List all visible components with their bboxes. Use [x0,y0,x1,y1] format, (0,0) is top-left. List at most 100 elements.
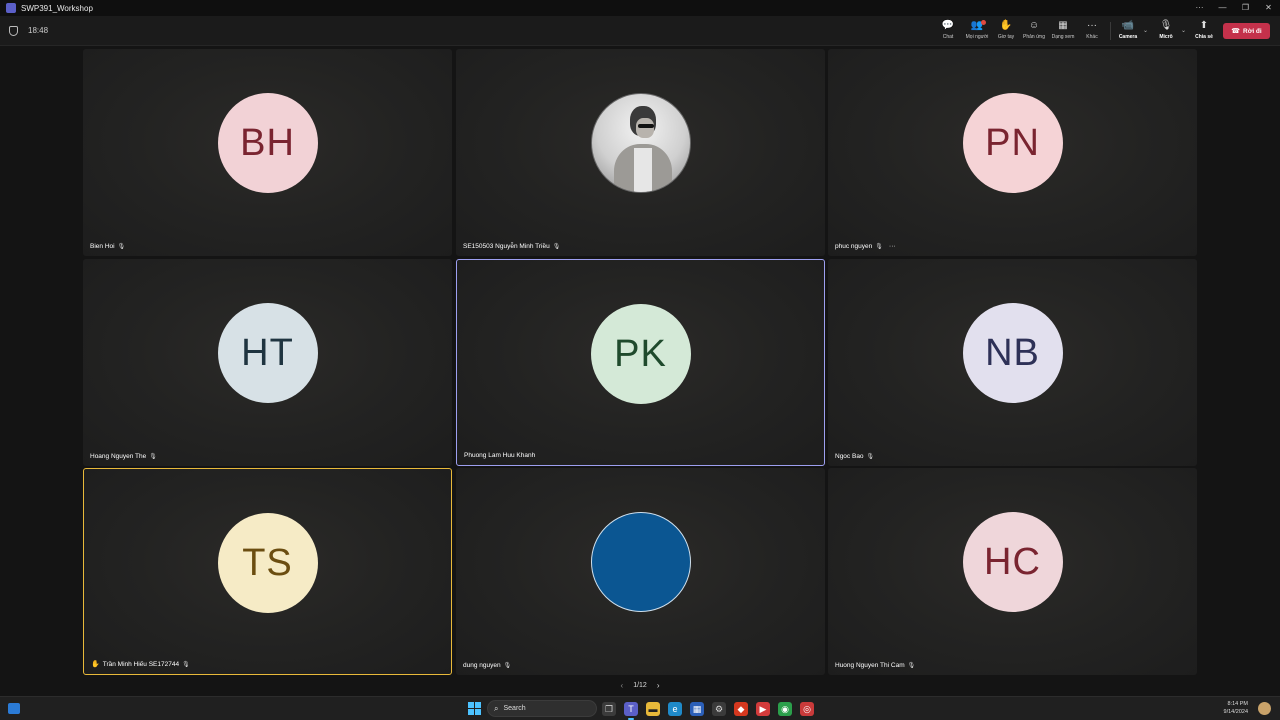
participant-name: Huong Nguyen Thi Cam [835,661,905,669]
share-icon: ⬆ [1199,20,1209,31]
store-icon[interactable]: ▦ [690,702,704,716]
name-tag: Bien Hoi 🎙 [88,240,127,252]
participant-tile[interactable]: HC Huong Nguyen Thi Cam 🎙 [828,468,1197,675]
camera-button[interactable]: 📹 Camera [1111,20,1145,44]
participant-tile[interactable]: BH Bien Hoi 🎙 [83,49,452,256]
participant-name: Ngoc Bao [835,452,864,460]
system-clock[interactable]: 8:14 PM 9/14/2024 [1212,700,1248,716]
notification-icon[interactable] [1258,702,1271,715]
camera-icon: 📹 [1121,20,1135,31]
leave-label: Rời đi [1243,27,1262,35]
participant-name: Trần Minh Hiếu SE172744 [102,660,180,668]
chevron-left-icon[interactable]: ‹ [621,681,624,690]
windows-start-icon[interactable] [468,702,481,715]
mic-off-icon: 🎙 [503,662,512,669]
participant-name: Phuong Lam Huu Khanh [464,451,536,459]
avatar: NB [962,303,1063,403]
minimize-button[interactable]: — [1211,0,1234,16]
avatar: PN [962,93,1063,193]
mic-options-chevron-icon[interactable]: ⌄ [1181,27,1186,34]
widgets-icon[interactable] [8,703,20,714]
name-tag: ✋ Trần Minh Hiếu SE172744 🎙 [89,658,192,670]
clock-time: 8:14 PM [1227,701,1248,707]
avatar-initials: HT [241,331,294,374]
avatar-photo [590,93,691,193]
more-options-icon[interactable]: ··· [1188,0,1211,16]
app-icon[interactable]: ◎ [800,702,814,716]
close-button[interactable]: ✕ [1257,0,1280,16]
edge-icon[interactable]: e [668,702,682,716]
participant-name: Bien Hoi [90,242,115,250]
avatar-initials: BH [240,121,295,164]
avatar: HC [962,512,1063,612]
window-title: SWP391_Workshop [21,3,93,13]
avatar-initials: PN [985,121,1040,164]
mic-off-icon: 🎙 [552,243,561,250]
mic-button[interactable]: 🎙 Micrô [1149,20,1183,44]
more-button[interactable]: ··· Khác [1075,20,1109,44]
phone-icon: ☎ [1231,28,1240,35]
camera-options-chevron-icon[interactable]: ⌄ [1143,27,1148,34]
avatar: TS [217,513,318,613]
mic-off-icon: 🎙 [875,243,883,250]
brave-icon[interactable]: ◆ [734,702,748,716]
mic-off-icon: 🎙 [149,453,157,460]
participant-tile[interactable]: NB Ngoc Bao 🎙 [828,259,1197,466]
name-tag: Huong Nguyen Thi Cam 🎙 [833,659,917,671]
ellipsis-icon: ··· [1087,20,1097,31]
taskbar-search[interactable]: ⌕ Search [487,700,597,717]
chat-icon: 💬 [941,20,955,31]
mic-label: Micrô [1159,34,1173,40]
name-tag: Ngoc Bao 🎙 [833,450,876,462]
hand-icon: ✋ [999,20,1013,31]
smile-icon: ☺ [1028,20,1040,31]
settings-icon[interactable]: ⚙ [712,702,726,716]
teams-logo-icon [6,3,16,13]
search-label: Search [503,705,526,712]
share-button[interactable]: ⬆ Chia sẻ [1187,20,1221,44]
participant-name: SE150503 Nguyễn Minh Triều [463,242,550,250]
mic-off-icon: 🎙 [182,661,190,668]
people-badge [981,20,986,25]
avatar-initials: PK [614,332,667,375]
participant-name: dung nguyen [463,661,501,669]
participant-tile-speaking[interactable]: PK Phuong Lam Huu Khanh [456,259,825,466]
ellipsis-icon[interactable]: ··· [889,243,896,250]
participant-tile-hand-raised[interactable]: TS ✋ Trần Minh Hiếu SE172744 🎙 [83,468,452,675]
mic-off-icon: 🎙 [866,453,875,460]
leave-button[interactable]: ☎ Rời đi [1223,23,1270,39]
grid-icon: ▦ [1058,20,1068,31]
raise-hand-label: Giơ tay [997,34,1015,40]
teams-icon[interactable]: T [624,702,638,720]
shield-icon [9,26,18,36]
search-icon: ⌕ [494,703,499,713]
avatar-initials: NB [985,331,1040,374]
youtube-icon[interactable]: ▶ [756,702,770,716]
participant-name: phuc nguyen [835,242,873,250]
participant-tile[interactable]: PN phuc nguyen 🎙 ··· [828,49,1197,256]
mic-off-icon: 🎙 [1159,20,1173,31]
chevron-right-icon[interactable]: › [657,681,660,690]
name-tag: Phuong Lam Huu Khanh [462,449,537,461]
meeting-toolbar: 18:48 💬 Chat 👥 Mọi người ✋ Giơ tay ☺ Phả… [0,16,1280,46]
share-label: Chia sẻ [1195,34,1213,40]
chrome-icon[interactable]: ◉ [778,702,792,716]
participant-tile[interactable]: HT Hoang Nguyen The 🎙 [83,259,452,466]
windows-taskbar: ⌕ Search ❐ T ▬ e ▦ ⚙ ◆ ▶ ◉ ◎ 8:14 PM 9/1… [0,696,1280,720]
file-explorer-icon[interactable]: ▬ [646,702,660,716]
restore-button[interactable]: ❐ [1234,0,1257,16]
name-tag: dung nguyen 🎙 [461,659,513,671]
avatar-initials: TS [242,541,293,584]
name-tag: SE150503 Nguyễn Minh Triều 🎙 [461,240,562,252]
name-tag: Hoang Nguyen The 🎙 [88,450,159,462]
mic-off-icon: 🎙 [117,243,126,250]
avatar: HT [217,303,318,403]
avatar: BH [217,93,318,193]
hand-icon: ✋ [91,661,100,668]
people-label: Mọi người [965,34,989,40]
participant-tile[interactable]: SE150503 Nguyễn Minh Triều 🎙 [456,49,825,256]
participant-tile[interactable]: dung nguyen 🎙 [456,468,825,675]
task-view-icon[interactable]: ❐ [602,702,616,716]
meeting-timer: 18:48 [28,26,49,35]
view-label: Dạng xem [1051,34,1075,40]
